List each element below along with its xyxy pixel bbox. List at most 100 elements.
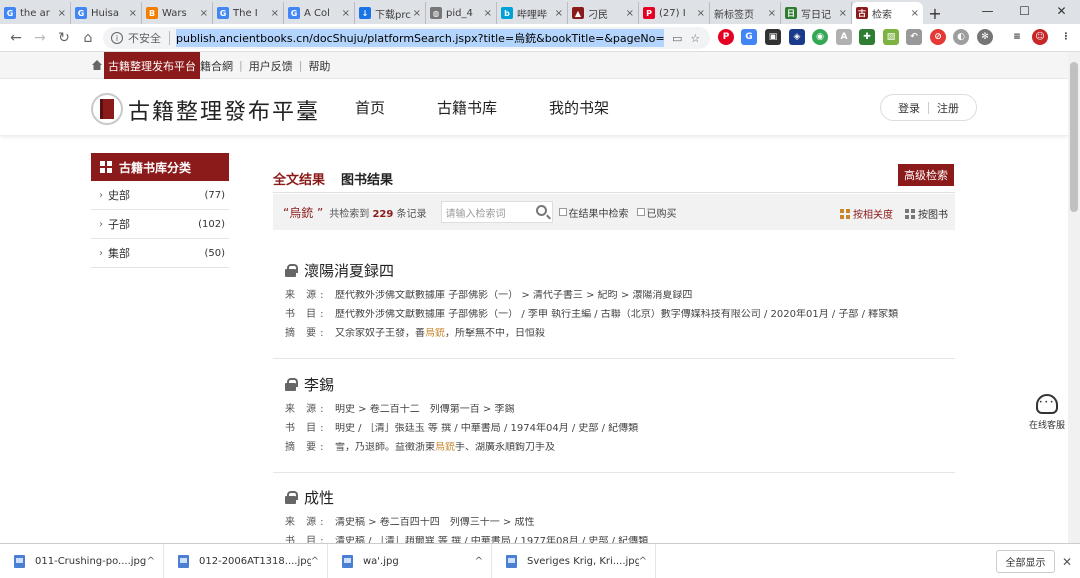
reload-icon[interactable]: ↻ [52, 26, 76, 50]
address-bar[interactable]: i 不安全 publish.ancientbooks.cn/docShuju/p… [103, 27, 710, 49]
download-item[interactable]: wa'.jpg ^ [328, 543, 492, 578]
close-tab-icon[interactable]: × [839, 8, 847, 19]
pdf-extension-icon[interactable]: A [836, 29, 852, 45]
chevron-up-icon[interactable]: ^ [639, 556, 647, 567]
login-link[interactable]: 登录 [898, 100, 920, 116]
browser-tab[interactable]: ▲ 刁民 × [568, 2, 639, 24]
close-tab-icon[interactable]: × [129, 8, 137, 19]
close-icon[interactable]: ✕ [1062, 555, 1072, 569]
result-source[interactable]: 歷代教外涉佛文獻數據庫 子部佛影（一） > 清代子書三 > 紀昀 > 瀤陽消夏録… [335, 290, 955, 302]
close-tab-icon[interactable]: × [697, 8, 705, 19]
browser-tab[interactable]: G A Col × [284, 2, 355, 24]
star-icon[interactable]: ☆ [690, 32, 700, 45]
nav-library[interactable]: 古籍书库 [437, 97, 497, 118]
close-tab-icon[interactable]: × [484, 8, 492, 19]
pinterest-extension-icon[interactable]: P [718, 29, 734, 45]
checkbox-box[interactable] [636, 208, 645, 216]
scrollbar-thumb[interactable] [1070, 62, 1078, 212]
nav-home[interactable]: 首页 [355, 97, 385, 118]
top-link-help[interactable]: 帮助 [308, 58, 330, 74]
result-title[interactable]: 李錫 [304, 374, 334, 395]
online-service[interactable]: 在线客服 [1027, 394, 1067, 431]
close-tab-icon[interactable]: × [58, 8, 66, 19]
browser-tab[interactable]: Gthe ar × [0, 2, 71, 24]
purchased-checkbox[interactable]: 已购买 [636, 205, 677, 220]
search-query: “烏銃 ” [283, 205, 324, 220]
browser-tab[interactable]: b 哔哩哔 × [497, 2, 568, 24]
mask-extension-icon[interactable]: ▣ [765, 29, 781, 45]
logo-book-icon[interactable] [91, 93, 123, 125]
result-source[interactable]: 明史 > 卷二百十二 列傳第一百 > 李錫 [335, 404, 955, 416]
search-within-checkbox[interactable]: 在结果中检索 [558, 205, 629, 220]
sidebar-item-shibu[interactable]: › 史部 (77) [91, 181, 229, 210]
browser-tab[interactable]: B Wars × [142, 2, 213, 24]
top-link-jihe[interactable]: 籍合網 [200, 58, 233, 74]
url-text[interactable]: publish.ancientbooks.cn/docShuju/platfor… [176, 29, 664, 47]
sort-by-book[interactable]: 按图书 [905, 206, 948, 221]
close-tab-icon[interactable]: × [342, 8, 350, 19]
browser-tab[interactable]: 日写日记 × [781, 2, 852, 24]
browser-tab[interactable]: G Huisa × [71, 2, 142, 24]
translate-extension-icon[interactable]: G [741, 29, 757, 45]
blue-extension-icon[interactable]: ◈ [789, 29, 805, 45]
nav-bookshelf[interactable]: 我的书架 [549, 97, 609, 118]
chevron-up-icon[interactable]: ^ [311, 556, 319, 567]
close-tab-icon[interactable]: × [911, 8, 919, 19]
info-icon[interactable]: i [111, 32, 123, 44]
download-item[interactable]: 011-Crushing-po....jpg ^ [0, 543, 164, 578]
maximize-icon[interactable]: ☐ [1006, 0, 1043, 22]
omnibox-divider [169, 31, 170, 45]
avatar[interactable]: ☺ [1032, 29, 1048, 45]
menu-icon[interactable]: ⋮ [1058, 29, 1074, 45]
checkbox-box[interactable] [558, 208, 567, 216]
grey-extension-icon[interactable]: ◐ [953, 29, 969, 45]
close-tab-icon[interactable]: × [768, 8, 776, 19]
image-extension-icon[interactable]: ▨ [883, 29, 899, 45]
close-tab-icon[interactable]: × [271, 8, 279, 19]
close-window-icon[interactable]: ✕ [1043, 0, 1080, 22]
sidebar-item-zibu[interactable]: › 子部 (102) [91, 210, 229, 239]
minimize-icon[interactable]: — [969, 0, 1006, 22]
undo-extension-icon[interactable]: ↶ [906, 29, 922, 45]
result-source[interactable]: 清史稿 > 卷二百四十四 列傳三十一 > 成性 [335, 517, 955, 529]
advanced-search-button[interactable]: 高级检索 [898, 164, 954, 186]
green-extension-icon[interactable]: ✚ [859, 29, 875, 45]
chevron-up-icon[interactable]: ^ [147, 556, 155, 567]
register-link[interactable]: 注册 [937, 100, 959, 116]
search-within-input[interactable]: 请输入检索词 [440, 201, 553, 223]
browser-tab[interactable]: P (27) I × [639, 2, 710, 24]
home-icon[interactable]: ⌂ [76, 26, 100, 50]
search-icon[interactable] [535, 205, 547, 216]
back-icon[interactable]: ← [4, 26, 28, 50]
result-title[interactable]: 成性 [304, 487, 334, 508]
logo-text[interactable]: 古籍整理發布平臺 [128, 94, 320, 126]
close-tab-icon[interactable]: × [555, 8, 563, 19]
page-scrollbar[interactable] [1068, 52, 1080, 543]
download-item[interactable]: Sveriges Krig, Kri....jpg ^ [492, 543, 656, 578]
new-tab-button[interactable]: + [923, 2, 947, 24]
top-link-feedback[interactable]: 用户反馈 [249, 58, 293, 74]
browser-tab[interactable]: 古检索 × [852, 2, 923, 24]
browser-tab[interactable]: 新标签页 × [710, 2, 781, 24]
chrome-extension-icon[interactable]: ◉ [812, 29, 828, 45]
close-tab-icon[interactable]: × [413, 8, 421, 19]
home-small-icon[interactable] [91, 59, 103, 71]
browser-tab[interactable]: ↓ 下载prc × [355, 2, 426, 24]
gear-extension-icon[interactable]: ✻ [977, 29, 993, 45]
show-all-downloads-button[interactable]: 全部显示 [996, 550, 1055, 573]
result-title[interactable]: 瀤陽消夏録四 [304, 260, 394, 281]
sort-relevance[interactable]: 按相关度 [840, 206, 893, 221]
sidebar-item-jibu[interactable]: › 集部 (50) [91, 239, 229, 268]
chevron-up-icon[interactable]: ^ [475, 556, 483, 567]
platform-link[interactable]: 古籍整理发布平台 [104, 52, 200, 79]
forward-icon[interactable]: → [28, 26, 52, 50]
browser-tab[interactable]: G The I × [213, 2, 284, 24]
close-tab-icon[interactable]: × [626, 8, 634, 19]
cast-icon[interactable]: ▭ [672, 32, 682, 45]
red-extension-icon[interactable]: ⊘ [930, 29, 946, 45]
close-tab-icon[interactable]: × [200, 8, 208, 19]
browser-tab[interactable]: ◍ pid_4 × [426, 2, 497, 24]
download-item[interactable]: 012-2006AT1318....jpg ^ [164, 543, 328, 578]
book-label: 书 目: [285, 423, 328, 434]
reading-list-icon[interactable]: ≡ [1009, 29, 1025, 45]
